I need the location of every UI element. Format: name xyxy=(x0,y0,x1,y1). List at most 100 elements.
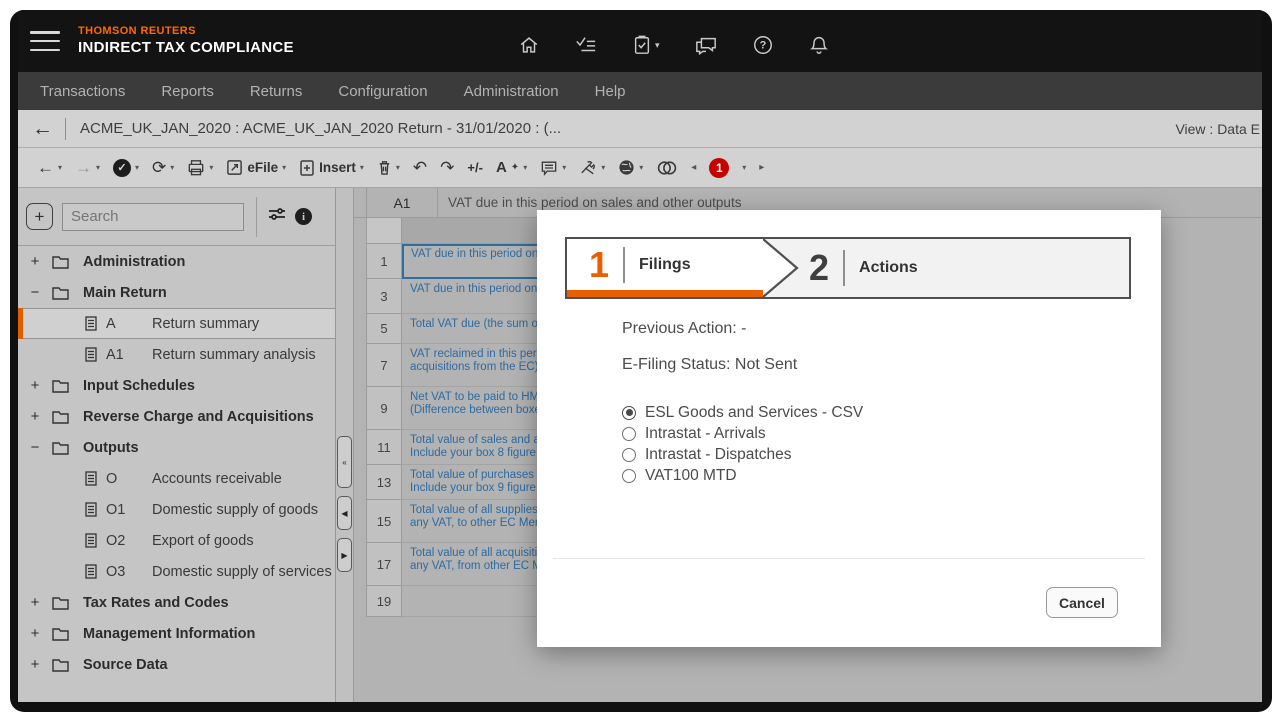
top-bar: THOMSON REUTERS INDIRECT TAX COMPLIANCE … xyxy=(18,10,1262,72)
next-item-button[interactable]: ▸ xyxy=(756,160,767,175)
tree-item-return-summary[interactable]: A Return summary xyxy=(18,308,335,339)
format-button[interactable]: A ✦ ▾ xyxy=(493,158,530,177)
toolbar: ← ▾ → ▾ ✓ ▾ ⟳ ▾ ▾ eFile ▾ Insert ▾ ▾ ↶ ↷ +/- A… xyxy=(18,148,1262,188)
menu-returns[interactable]: Returns xyxy=(250,83,303,100)
badge-dropdown[interactable]: ▾ xyxy=(739,161,749,174)
redo-button[interactable]: ↷ xyxy=(437,157,457,178)
cancel-button[interactable]: Cancel xyxy=(1046,587,1118,618)
tree-item-domestic-supply-goods[interactable]: O1 Domestic supply of goods xyxy=(18,494,335,525)
filter-sliders-icon[interactable] xyxy=(268,206,286,227)
expander-icon[interactable]: + xyxy=(28,253,42,270)
tree-folder-main-return[interactable]: − Main Return xyxy=(18,277,335,308)
menu-administration[interactable]: Administration xyxy=(464,83,559,100)
tree-item-domestic-supply-services[interactable]: O3 Domestic supply of services xyxy=(18,556,335,587)
radio-icon[interactable] xyxy=(622,426,636,441)
clipboard-check-icon[interactable]: ▾ xyxy=(632,34,660,56)
plus-minus-button[interactable]: +/- xyxy=(464,159,486,176)
tasks-icon[interactable] xyxy=(574,34,598,56)
print-button[interactable]: ▾ xyxy=(184,157,216,178)
shrink-panel-button[interactable]: ◀ xyxy=(337,496,352,530)
expand-panel-button[interactable]: ▶ xyxy=(337,538,352,572)
delete-button[interactable]: ▾ xyxy=(374,157,403,178)
validate-button[interactable]: ✓ ▾ xyxy=(110,157,142,179)
tree-item-export-of-goods[interactable]: O2 Export of goods xyxy=(18,525,335,556)
sidebar-header: + i xyxy=(18,188,335,246)
wizard-step-filings[interactable]: 1 Filings xyxy=(567,239,763,297)
radio-icon[interactable] xyxy=(622,468,636,483)
delete-icon xyxy=(379,161,390,175)
efiling-wizard-modal: 1 Filings 2 Actions Previous Action: - E… xyxy=(537,210,1161,647)
radio-selected-icon[interactable] xyxy=(622,405,636,420)
menu-reports[interactable]: Reports xyxy=(161,83,214,100)
notification-badge[interactable]: 1 xyxy=(706,156,732,180)
comment-button[interactable]: ▾ xyxy=(537,158,569,178)
expander-icon[interactable]: + xyxy=(28,594,42,611)
row-header[interactable]: 3 xyxy=(366,279,402,314)
menu-help[interactable]: Help xyxy=(595,83,626,100)
tree-folder-source-data[interactable]: + Source Data xyxy=(18,649,335,680)
grid-corner-cell[interactable] xyxy=(366,218,402,244)
add-button[interactable]: + xyxy=(26,203,53,230)
row-header[interactable]: 19 xyxy=(366,586,402,617)
row-header[interactable]: 7 xyxy=(366,344,402,387)
tree-folder-input-schedules[interactable]: + Input Schedules xyxy=(18,370,335,401)
compare-button[interactable] xyxy=(653,158,681,178)
refresh-button[interactable]: ⟳ ▾ xyxy=(149,157,177,178)
cell-name-box[interactable]: A1 xyxy=(366,188,438,217)
tree-folder-administration[interactable]: + Administration xyxy=(18,246,335,277)
prev-item-button[interactable]: ◂ xyxy=(688,160,699,175)
folder-icon xyxy=(52,596,69,610)
tree-folder-tax-rates[interactable]: + Tax Rates and Codes xyxy=(18,587,335,618)
bell-icon[interactable] xyxy=(808,34,830,56)
expander-icon[interactable]: + xyxy=(28,625,42,642)
efile-button[interactable]: eFile ▾ xyxy=(223,157,289,178)
menu-configuration[interactable]: Configuration xyxy=(338,83,427,100)
option-intrastat-dispatches[interactable]: Intrastat - Dispatches xyxy=(622,444,1121,465)
undo-button[interactable]: ↶ xyxy=(410,157,430,178)
insert-button[interactable]: Insert ▾ xyxy=(296,157,367,179)
row-header[interactable]: 5 xyxy=(366,314,402,344)
tree-folder-reverse-charge[interactable]: + Reverse Charge and Acquisitions xyxy=(18,401,335,432)
wizard-step-actions[interactable]: 2 Actions xyxy=(801,239,1129,297)
expander-icon[interactable]: + xyxy=(28,408,42,425)
search-input[interactable] xyxy=(62,202,244,231)
row-header[interactable]: 11 xyxy=(366,430,402,465)
radio-icon[interactable] xyxy=(622,447,636,462)
back-arrow-icon[interactable]: ← xyxy=(32,118,53,139)
tools-button[interactable]: ▾ xyxy=(576,158,608,178)
back-button[interactable]: ← ▾ xyxy=(34,157,65,178)
forward-button[interactable]: → ▾ xyxy=(72,157,103,178)
row-header[interactable]: 17 xyxy=(366,543,402,586)
row-header[interactable]: 1 xyxy=(366,244,402,279)
option-esl-goods-services-csv[interactable]: ESL Goods and Services - CSV xyxy=(622,402,1121,423)
row-header[interactable]: 13 xyxy=(366,465,402,500)
back-icon: ← xyxy=(37,158,54,177)
hamburger-menu-icon[interactable] xyxy=(30,31,60,51)
globe-button[interactable]: ▾ xyxy=(615,157,646,178)
chat-icon[interactable] xyxy=(694,34,718,56)
tree-item-return-summary-analysis[interactable]: A1 Return summary analysis xyxy=(18,339,335,370)
help-icon[interactable]: ? xyxy=(752,34,774,56)
expander-icon[interactable]: + xyxy=(28,377,42,394)
info-icon[interactable]: i xyxy=(295,208,312,225)
home-icon[interactable] xyxy=(518,34,540,56)
collapse-icon[interactable]: − xyxy=(28,284,42,301)
menu-bar: Transactions Reports Returns Configurati… xyxy=(18,72,1262,110)
plus-minus-icon: +/- xyxy=(467,160,483,175)
menu-transactions[interactable]: Transactions xyxy=(40,83,125,100)
option-intrastat-arrivals[interactable]: Intrastat - Arrivals xyxy=(622,423,1121,444)
tree-item-accounts-receivable[interactable]: O Accounts receivable xyxy=(18,463,335,494)
row-header[interactable]: 15 xyxy=(366,500,402,543)
tree-folder-outputs[interactable]: − Outputs xyxy=(18,432,335,463)
collapse-panel-button[interactable]: « xyxy=(337,436,352,488)
panel-splitter[interactable]: « ◀ ▶ xyxy=(336,188,354,702)
comment-icon xyxy=(541,161,557,176)
formula-text[interactable]: VAT due in this period on sales and othe… xyxy=(448,195,741,210)
option-vat100-mtd[interactable]: VAT100 MTD xyxy=(622,465,1121,486)
expander-icon[interactable]: + xyxy=(28,656,42,673)
row-header[interactable]: 9 xyxy=(366,387,402,430)
collapse-icon[interactable]: − xyxy=(28,439,42,456)
refresh-icon: ⟳ xyxy=(152,158,167,177)
tree-folder-management-information[interactable]: + Management Information xyxy=(18,618,335,649)
validate-icon: ✓ xyxy=(113,158,132,177)
